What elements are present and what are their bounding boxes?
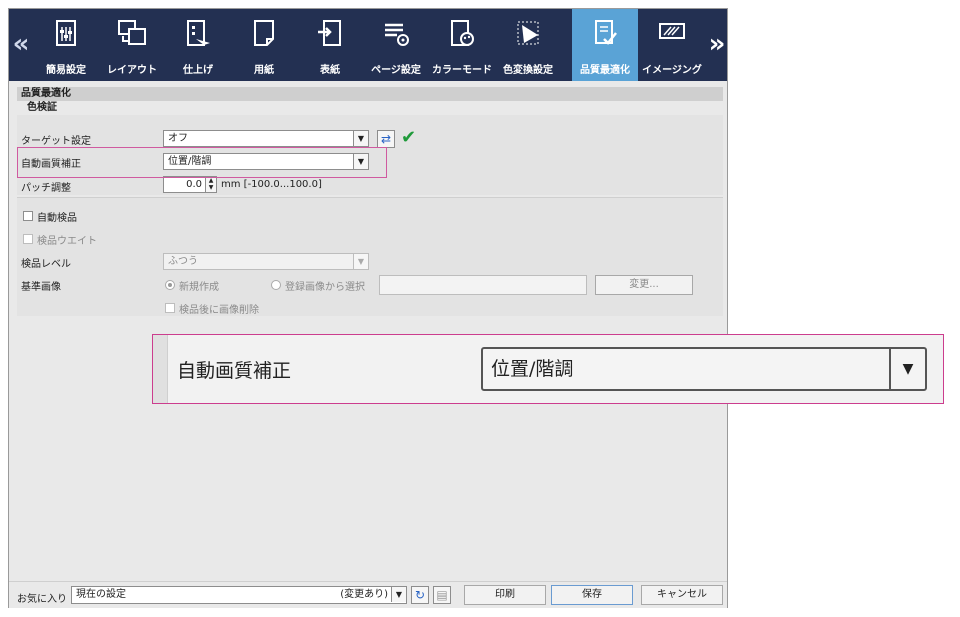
favorites-label: お気に入り xyxy=(17,594,67,605)
inspect-wait-checkbox[interactable] xyxy=(23,234,33,244)
tab-label: イメージング xyxy=(642,65,702,76)
tab-label: 仕上げ xyxy=(183,65,213,76)
radio-registered[interactable] xyxy=(271,280,281,290)
change-button[interactable]: 変更... xyxy=(595,275,693,295)
imaging-icon xyxy=(659,23,685,39)
chevron-down-icon: ▼ xyxy=(391,587,406,602)
auto-inspect-label: 自動検品 xyxy=(37,213,77,224)
radio-registered-label: 登録画像から選択 xyxy=(285,282,365,293)
callout-edge xyxy=(153,335,168,403)
checkmark-icon: ✔ xyxy=(401,127,417,148)
page-settings-icon xyxy=(385,23,409,46)
tab-label: ページ設定 xyxy=(371,65,421,76)
tab-label: レイアウト xyxy=(107,65,157,76)
tab-finishing[interactable]: 仕上げ xyxy=(165,9,231,81)
tab-label: 簡易設定 xyxy=(46,65,86,76)
tab-simple-settings[interactable]: 簡易設定 xyxy=(33,9,99,81)
changed-indicator: (変更あり) xyxy=(340,589,388,600)
color-mode-icon xyxy=(451,20,474,46)
reload-icon[interactable]: ↻ xyxy=(411,586,429,604)
chevron-down-icon: ▼ xyxy=(353,254,368,269)
layout-icon xyxy=(118,20,146,45)
save-disk-icon[interactable]: ▤ xyxy=(433,586,451,604)
target-select[interactable]: オフ ▼ xyxy=(163,130,369,147)
print-button[interactable]: 印刷 xyxy=(464,585,546,605)
favorites-select[interactable]: 現在の設定 (変更あり) ▼ xyxy=(71,586,407,604)
inspect-wait-label: 検品ウエイト xyxy=(37,236,97,247)
color-conversion-icon xyxy=(517,21,539,45)
section-title: 品質最適化 xyxy=(17,87,723,101)
target-value: オフ xyxy=(168,133,188,144)
stepper-arrows-icon[interactable]: ▲ ▼ xyxy=(205,177,216,192)
tab-label: 表紙 xyxy=(320,65,340,76)
highlight-frame xyxy=(17,147,387,178)
chevron-down-icon: ▼ xyxy=(353,131,368,146)
zoom-select: 位置/階調 ▼ xyxy=(481,347,927,391)
patch-label: パッチ調整 xyxy=(21,183,71,194)
radio-new[interactable] xyxy=(165,280,175,290)
tab-color-mode[interactable]: カラーモード xyxy=(429,9,495,81)
inspect-level-select[interactable]: ふつう ▼ xyxy=(163,253,369,270)
zoom-value: 位置/階調 xyxy=(491,358,574,380)
cancel-button[interactable]: キャンセル xyxy=(641,585,723,605)
tab-label: 用紙 xyxy=(254,65,274,76)
tab-imaging[interactable]: イメージング xyxy=(639,9,705,81)
paper-icon xyxy=(254,20,274,46)
tab-label: 色変換設定 xyxy=(503,65,553,76)
footer-bar: お気に入り 現在の設定 (変更あり) ▼ ↻ ▤ 印刷 保存 キャンセル xyxy=(9,581,727,608)
delete-after-label: 検品後に画像削除 xyxy=(179,305,259,316)
tab-page-settings[interactable]: ページ設定 xyxy=(363,9,429,81)
patch-value: 0.0 xyxy=(186,179,202,190)
scroll-left-icon[interactable]: « xyxy=(11,29,31,59)
subsection-title: 色検証 xyxy=(27,102,57,113)
toolbar: « 簡易設定 レイアウト 仕上げ 用紙 表紙 ページ設定 カラーモード 色変換設… xyxy=(9,9,727,81)
tab-quality-optimization[interactable]: 品質最適化 xyxy=(572,9,638,81)
tab-label: カラーモード xyxy=(432,65,492,76)
patch-unit-range: mm [-100.0...100.0] xyxy=(221,179,322,190)
tab-label: 品質最適化 xyxy=(580,65,630,76)
target-label: ターゲット設定 xyxy=(21,136,91,147)
simple-settings-icon xyxy=(56,20,76,46)
tab-paper[interactable]: 用紙 xyxy=(231,9,297,81)
auto-inspect-checkbox[interactable] xyxy=(23,211,33,221)
cover-icon xyxy=(318,20,341,46)
zoom-callout: 自動画質補正 位置/階調 ▼ xyxy=(152,334,944,404)
favorites-value: 現在の設定 xyxy=(76,589,126,600)
inspection-panel: 自動検品 検品ウエイト 検品レベル ふつう ▼ 基準画像 新規作成 登録画像から… xyxy=(17,197,723,316)
patch-stepper[interactable]: 0.0 ▲ ▼ xyxy=(163,176,217,193)
save-button[interactable]: 保存 xyxy=(551,585,633,605)
chevron-down-icon: ▼ xyxy=(889,349,925,389)
finishing-icon xyxy=(187,20,210,46)
tab-layout[interactable]: レイアウト xyxy=(99,9,165,81)
inspect-level-value: ふつう xyxy=(168,256,198,267)
reference-image-field[interactable] xyxy=(379,275,587,295)
delete-after-checkbox[interactable] xyxy=(165,303,175,313)
scroll-right-icon[interactable]: » xyxy=(707,29,727,59)
print-settings-window: « 簡易設定 レイアウト 仕上げ 用紙 表紙 ページ設定 カラーモード 色変換設… xyxy=(8,8,728,608)
refresh-icon[interactable]: ⇄ xyxy=(377,130,395,148)
reference-image-label: 基準画像 xyxy=(21,282,61,293)
tab-cover[interactable]: 表紙 xyxy=(297,9,363,81)
tab-color-conversion[interactable]: 色変換設定 xyxy=(495,9,561,81)
radio-new-label: 新規作成 xyxy=(179,282,219,293)
inspect-level-label: 検品レベル xyxy=(21,259,71,270)
quality-optimization-icon xyxy=(595,20,617,45)
zoom-label: 自動画質補正 xyxy=(177,360,292,382)
